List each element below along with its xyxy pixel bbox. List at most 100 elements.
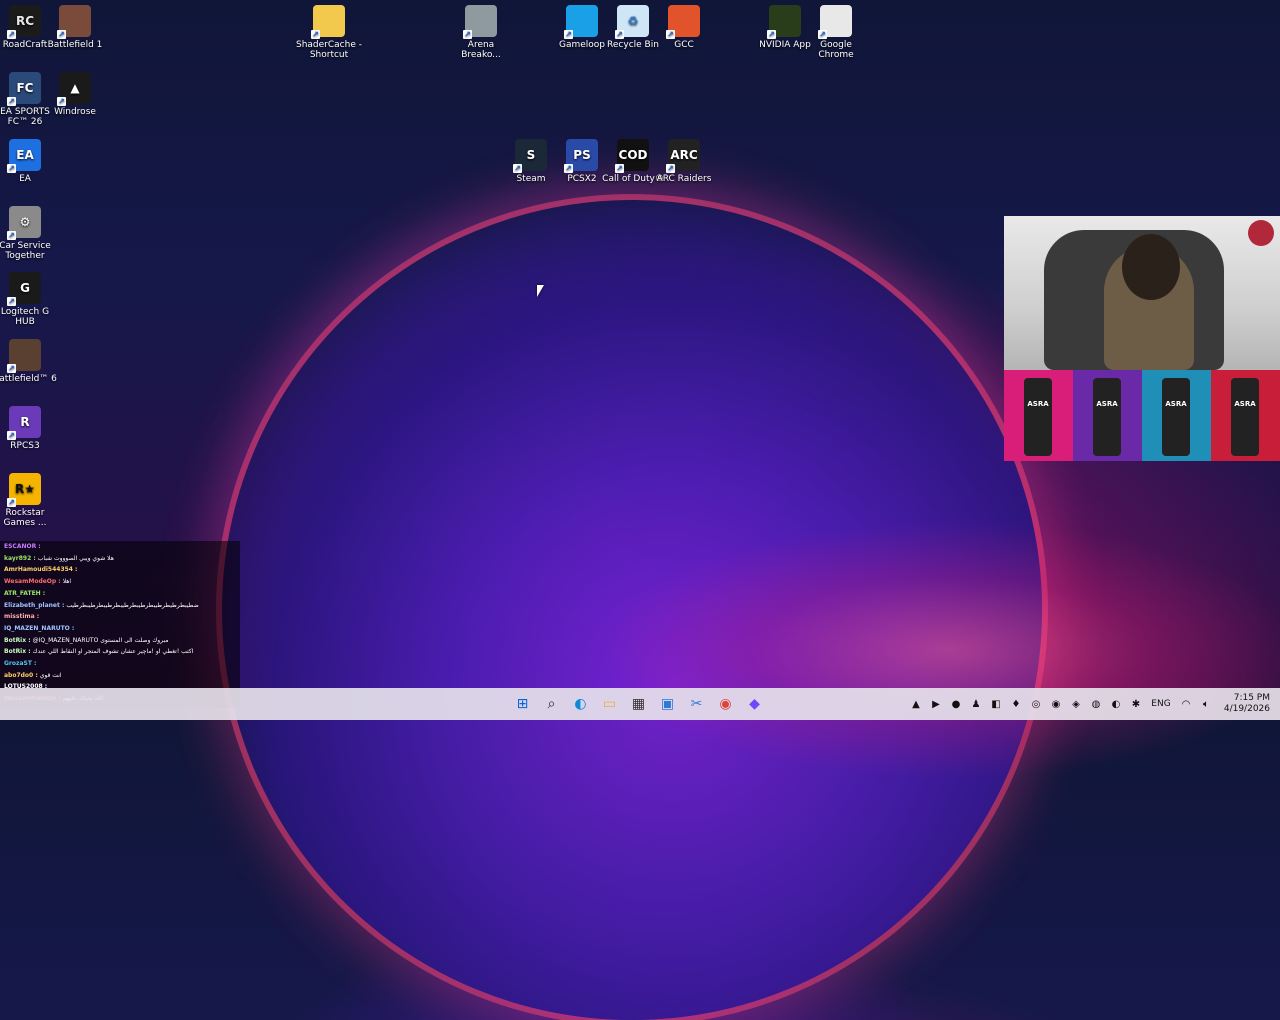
store-button[interactable]: ▦ xyxy=(626,692,651,717)
chat-message: WesamModeOp : اهلا xyxy=(0,576,240,588)
streamer-head xyxy=(1122,234,1180,300)
edge-button[interactable]: ◐ xyxy=(568,692,593,717)
steam-icon: S xyxy=(513,139,547,173)
chat-message: IQ_MAZEN_NARUTO : xyxy=(0,623,240,635)
system-tray: ▲ ▶ ● ♟ ◧ ♦ ◎ ◉ ◈ ◍ ◐ ✱ ENG ◠ 🔈︎ 7:15 PM 4/19/2026 xyxy=(908,688,1280,720)
desktop-icon-label: Google Chrome xyxy=(818,40,854,60)
desktop-icon-label: ARC Raiders xyxy=(656,174,712,184)
chat-message: ESCANOR : xyxy=(0,541,240,553)
chat-username: GrozaST : xyxy=(4,660,37,668)
chat-text: ضطيبطرطيطرطيبطرطيبطرطيبطرطيبطرطيبطرطيب xyxy=(66,601,199,609)
desktop-icon-battlefield-1[interactable]: Battlefield 1 xyxy=(42,5,108,50)
desktop-icon-shadercache-shortcut[interactable]: ShaderCache - Shortcut xyxy=(296,5,362,60)
chrome-button[interactable]: ◉ xyxy=(713,692,738,717)
chat-message: abo7do0 : انت قوي xyxy=(0,670,240,682)
arena-breako-icon xyxy=(463,5,497,39)
tray-app-icon[interactable]: ◧ xyxy=(988,696,1004,712)
desktop-icon-windrose[interactable]: ▲Windrose xyxy=(42,72,108,117)
chat-username: BotRix : xyxy=(4,648,31,656)
tray-app-icon[interactable]: ♦ xyxy=(1008,696,1024,712)
battlefield-1-icon xyxy=(57,5,91,39)
desktop-icon-label: Car Service Together xyxy=(0,241,51,261)
desktop-icon-label: GCC xyxy=(674,40,694,50)
tray-app-icon[interactable]: ◎ xyxy=(1028,696,1044,712)
file-explorer-icon: ▭ xyxy=(602,696,617,712)
logitech-g-hub-icon: G xyxy=(7,272,41,306)
chat-message: BotRix : اكتب !تغطي او !ماچير عشان تشوف ا… xyxy=(0,646,240,658)
wifi-icon[interactable]: ◠ xyxy=(1178,696,1194,712)
desktop-icon-car-service-together[interactable]: ⚙Car Service Together xyxy=(0,206,58,261)
chat-text: اكتب !تغطي او !ماچير عشان تشوف المتجر او… xyxy=(32,648,194,656)
battlefield-6-icon xyxy=(7,339,41,373)
tray-app-icon[interactable]: ◉ xyxy=(1048,696,1064,712)
nvidia-app-icon xyxy=(767,5,801,39)
desktop-icon-google-chrome[interactable]: Google Chrome xyxy=(803,5,869,60)
tray-app-icon[interactable]: ▶ xyxy=(928,696,944,712)
taskbar: ⊞ ⌕ ◐ ▭ ▦ ▣ ✂ ◉ ◆ ▲ ▶ ● ♟ ◧ ♦ ◎ ◉ ◈ ◍ ◐ ✱ ENG ◠ 🔈︎ 7:15 PM … xyxy=(0,688,1280,720)
desktop-icon-battlefield-6[interactable]: Battlefield™ 6 xyxy=(0,339,58,384)
desktop-icon-label: Windrose xyxy=(54,107,96,117)
chat-username: ATR_FATEH : xyxy=(4,589,46,597)
snipping-icon: ✂ xyxy=(690,696,703,712)
start-button[interactable]: ⊞ xyxy=(510,692,535,717)
language-indicator[interactable]: ENG xyxy=(1148,699,1174,709)
desktop-icon-arena-breako[interactable]: Arena Breako... xyxy=(448,5,514,60)
rpcs3-icon: R xyxy=(7,406,41,440)
chat-username: Elizabeth_planet : xyxy=(4,601,65,609)
desktop-icon-label: EA xyxy=(19,174,31,184)
chat-username: kayr892 : xyxy=(4,554,36,562)
can-body xyxy=(1093,378,1121,456)
desktop-icon-label: RPCS3 xyxy=(10,441,40,451)
tray-app-icon[interactable]: ▲ xyxy=(908,696,924,712)
desktop-icon-arc-raiders[interactable]: ARCARC Raiders xyxy=(651,139,717,184)
google-chrome-icon xyxy=(818,5,852,39)
chat-message: Elizabeth_planet : ضطيبطرطيطرطيبطرطيبطرطي… xyxy=(0,600,240,612)
tray-app-icon[interactable]: ♟ xyxy=(968,696,984,712)
chat-username: abo7do0 : xyxy=(4,671,38,679)
wallpaper-glow xyxy=(600,520,1280,780)
chat-text: هلا شوي ويبي الصوووت شباب xyxy=(37,554,114,562)
desktop-icon-logitech-g-hub[interactable]: GLogitech G HUB xyxy=(0,272,58,327)
shadercache-shortcut-icon xyxy=(311,5,345,39)
roadcraft-icon: RC xyxy=(7,5,41,39)
desktop-icon-label: ShaderCache - Shortcut xyxy=(296,40,362,60)
chat-message: GrozaST : xyxy=(0,658,240,670)
taskbar-apps: ⊞ ⌕ ◐ ▭ ▦ ▣ ✂ ◉ ◆ xyxy=(510,688,767,720)
stream-chat-overlay: ESCANOR : kayr892 : هلا شوي ويبي الصوووت ش… xyxy=(0,541,240,708)
tray-app-icon[interactable]: ✱ xyxy=(1128,696,1144,712)
chat-message: AmrHamoudi544354 : xyxy=(0,564,240,576)
tray-app-icon[interactable]: ◍ xyxy=(1088,696,1104,712)
tray-app-icon[interactable]: ● xyxy=(948,696,964,712)
chat-username: misstima : xyxy=(4,613,40,621)
chat-message: ATR_FATEH : xyxy=(0,588,240,600)
can-label: ASRA xyxy=(1234,400,1256,408)
chat-username: AmrHamoudi544354 : xyxy=(4,566,78,574)
chat-message: BotRix : @IQ_MAZEN_NARUTO مبروك وصلت الى … xyxy=(0,635,240,647)
snipping-button[interactable]: ✂ xyxy=(684,692,709,717)
chat-username: BotRix : xyxy=(4,636,31,644)
chat-username: ESCANOR : xyxy=(4,543,41,550)
volume-icon[interactable]: 🔈︎ xyxy=(1198,696,1214,712)
tray-app-icon[interactable]: ◐ xyxy=(1108,696,1124,712)
desktop-icon-rpcs3[interactable]: RRPCS3 xyxy=(0,406,58,451)
desktop-icon-label: Battlefield 1 xyxy=(47,40,103,50)
can-body xyxy=(1024,378,1052,456)
sponsor-banner: ASRA ASRA ASRA ASRA xyxy=(1004,370,1280,461)
chrome-icon: ◉ xyxy=(719,696,732,712)
energy-drink-can: ASRA xyxy=(1004,370,1073,461)
tray-app-icon[interactable]: ◈ xyxy=(1068,696,1084,712)
desktop-icon-gcc[interactable]: GCC xyxy=(651,5,717,50)
arc-raiders-icon: ARC xyxy=(666,139,700,173)
can-body xyxy=(1162,378,1190,456)
file-explorer-button[interactable]: ▭ xyxy=(597,692,622,717)
clock[interactable]: 7:15 PM 4/19/2026 xyxy=(1218,693,1270,715)
proton-button[interactable]: ◆ xyxy=(742,692,767,717)
desktop-icon-rockstar-games[interactable]: R★Rockstar Games ... xyxy=(0,473,58,528)
search-button[interactable]: ⌕ xyxy=(539,692,564,717)
rockstar-games-icon: R★ xyxy=(7,473,41,507)
ea-icon: EA xyxy=(7,139,41,173)
chat-text: انت قوي xyxy=(39,671,62,679)
wall-logo-icon xyxy=(1248,220,1274,246)
desktop-icon-ea[interactable]: EAEA xyxy=(0,139,58,184)
photos-button[interactable]: ▣ xyxy=(655,692,680,717)
